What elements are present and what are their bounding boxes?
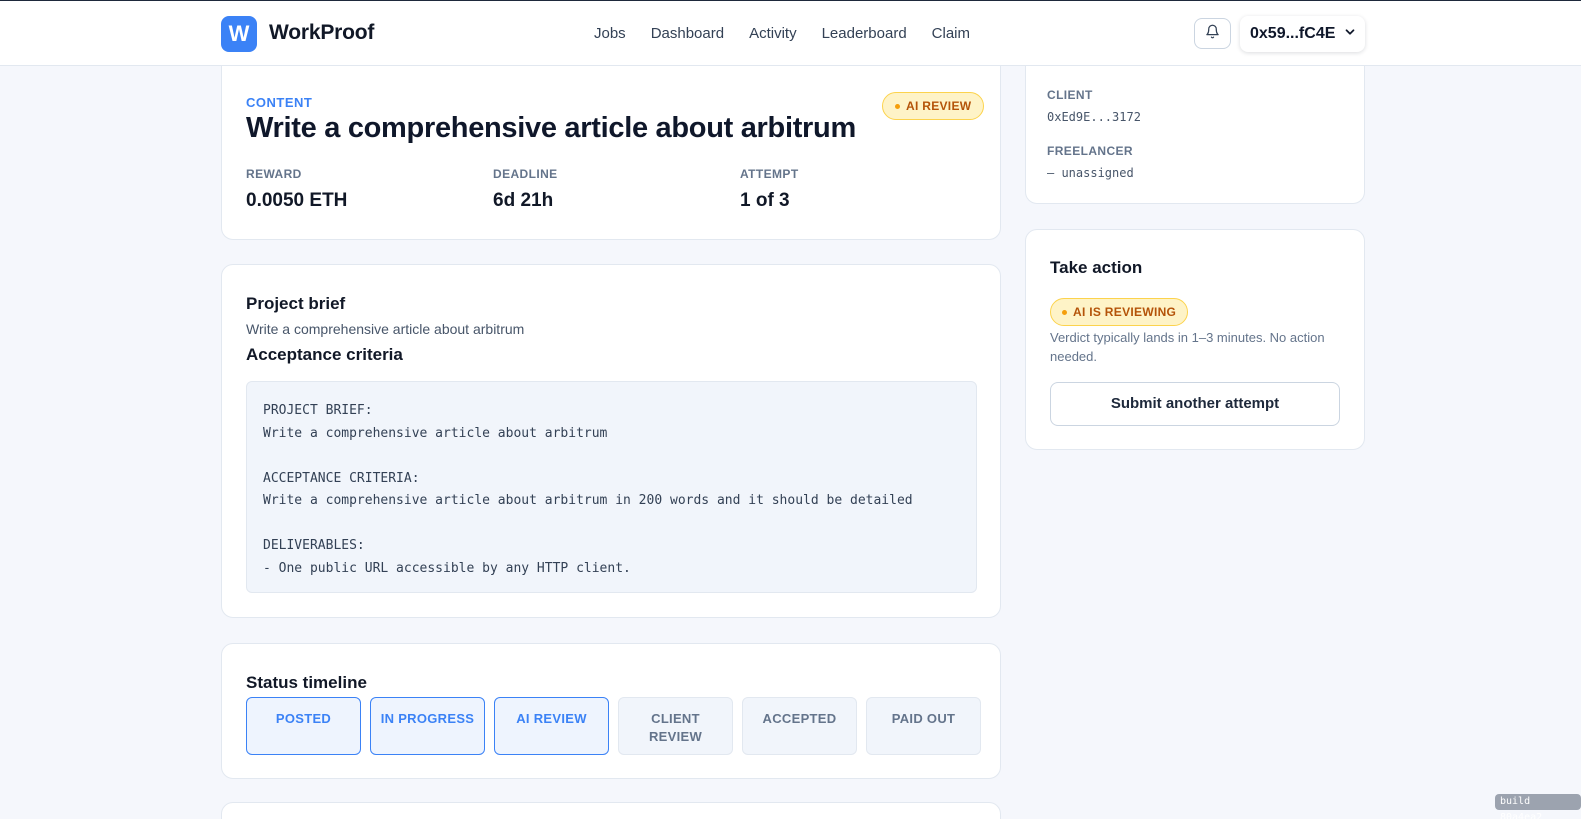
stat-reward: REWARD 0.0050 ETH — [246, 167, 347, 212]
client-block: CLIENT 0xEd9E...3172 — [1047, 88, 1141, 124]
nav-jobs[interactable]: Jobs — [594, 25, 626, 42]
stat-value: 6d 21h — [493, 190, 554, 211]
project-brief-card: Project brief Write a comprehensive arti… — [221, 264, 1001, 618]
timeline-step: PAID OUT — [866, 697, 981, 755]
timeline-step: ACCEPTED — [742, 697, 857, 755]
nav-leaderboard[interactable]: Leaderboard — [822, 25, 907, 42]
job-category: CONTENT — [246, 95, 313, 110]
criteria-heading: Acceptance criteria — [246, 345, 403, 364]
stat-value: 0.0050 ETH — [246, 190, 348, 211]
freelancer-value: — unassigned — [1047, 166, 1134, 180]
nav-claim[interactable]: Claim — [932, 25, 970, 42]
timeline-step: IN PROGRESS — [370, 697, 485, 755]
stat-label: DEADLINE — [493, 167, 558, 181]
timeline-step: CLIENT REVIEW — [618, 697, 733, 755]
freelancer-label: FREELANCER — [1047, 144, 1134, 158]
client-label: CLIENT — [1047, 88, 1093, 102]
status-dot-icon — [1062, 309, 1067, 315]
client-address[interactable]: 0xEd9E...3172 — [1047, 110, 1141, 124]
main-nav: Jobs Dashboard Activity Leaderboard Clai… — [594, 25, 995, 42]
timeline-heading: Status timeline — [246, 673, 367, 692]
job-title: Write a comprehensive article about arbi… — [246, 112, 856, 144]
bell-icon — [1205, 24, 1220, 44]
action-heading: Take action — [1050, 258, 1143, 277]
wallet-button[interactable]: 0x59...fC4E — [1240, 16, 1365, 52]
submit-another-attempt-button[interactable]: Submit another attempt — [1050, 382, 1340, 426]
stat-deadline: DEADLINE 6d 21h — [493, 167, 558, 212]
stat-value: 1 of 3 — [740, 190, 790, 211]
verdict-note: Verdict typically lands in 1–3 minutes. … — [1050, 330, 1325, 364]
status-badge-label: AI REVIEW — [906, 99, 972, 113]
brief-heading: Project brief — [246, 294, 346, 313]
top-navbar: W WorkProof Jobs Dashboard Activity Lead… — [0, 1, 1581, 66]
notifications-button[interactable] — [1194, 18, 1231, 49]
ai-reviewing-badge: AI IS REVIEWING — [1050, 298, 1189, 326]
build-badge: build 80a4ea2 — [1495, 794, 1581, 819]
nav-activity[interactable]: Activity — [749, 25, 797, 42]
parties-card: CLIENT 0xEd9E...3172 FREELANCER — unassi… — [1025, 66, 1365, 204]
status-dot-icon — [895, 103, 900, 109]
stat-attempt: ATTEMPT 1 of 3 — [740, 167, 799, 212]
next-section-card — [221, 802, 1001, 819]
stat-label: ATTEMPT — [740, 167, 799, 181]
ai-reviewing-label: AI IS REVIEWING — [1073, 305, 1177, 319]
timeline-step: AI REVIEW — [494, 697, 609, 755]
job-summary-card: CONTENT Write a comprehensive article ab… — [221, 66, 1001, 240]
criteria-body: PROJECT BRIEF: Write a comprehensive art… — [246, 381, 977, 593]
logo-mark[interactable]: W — [221, 16, 257, 52]
timeline-step: POSTED — [246, 697, 361, 755]
brief-text: Write a comprehensive article about arbi… — [246, 321, 525, 337]
timeline-steps: POSTED IN PROGRESS AI REVIEW CLIENT REVI… — [246, 697, 981, 755]
freelancer-block: FREELANCER — unassigned — [1047, 144, 1134, 180]
status-timeline-card: Status timeline POSTED IN PROGRESS AI RE… — [221, 643, 1001, 779]
nav-dashboard[interactable]: Dashboard — [651, 25, 724, 42]
wallet-address: 0x59...fC4E — [1250, 25, 1336, 42]
take-action-card: Take action AI IS REVIEWING Verdict typi… — [1025, 229, 1365, 450]
brand-name[interactable]: WorkProof — [269, 21, 374, 45]
status-badge: AI REVIEW — [882, 92, 985, 120]
stat-label: REWARD — [246, 167, 302, 181]
chevron-down-icon — [1343, 25, 1357, 44]
